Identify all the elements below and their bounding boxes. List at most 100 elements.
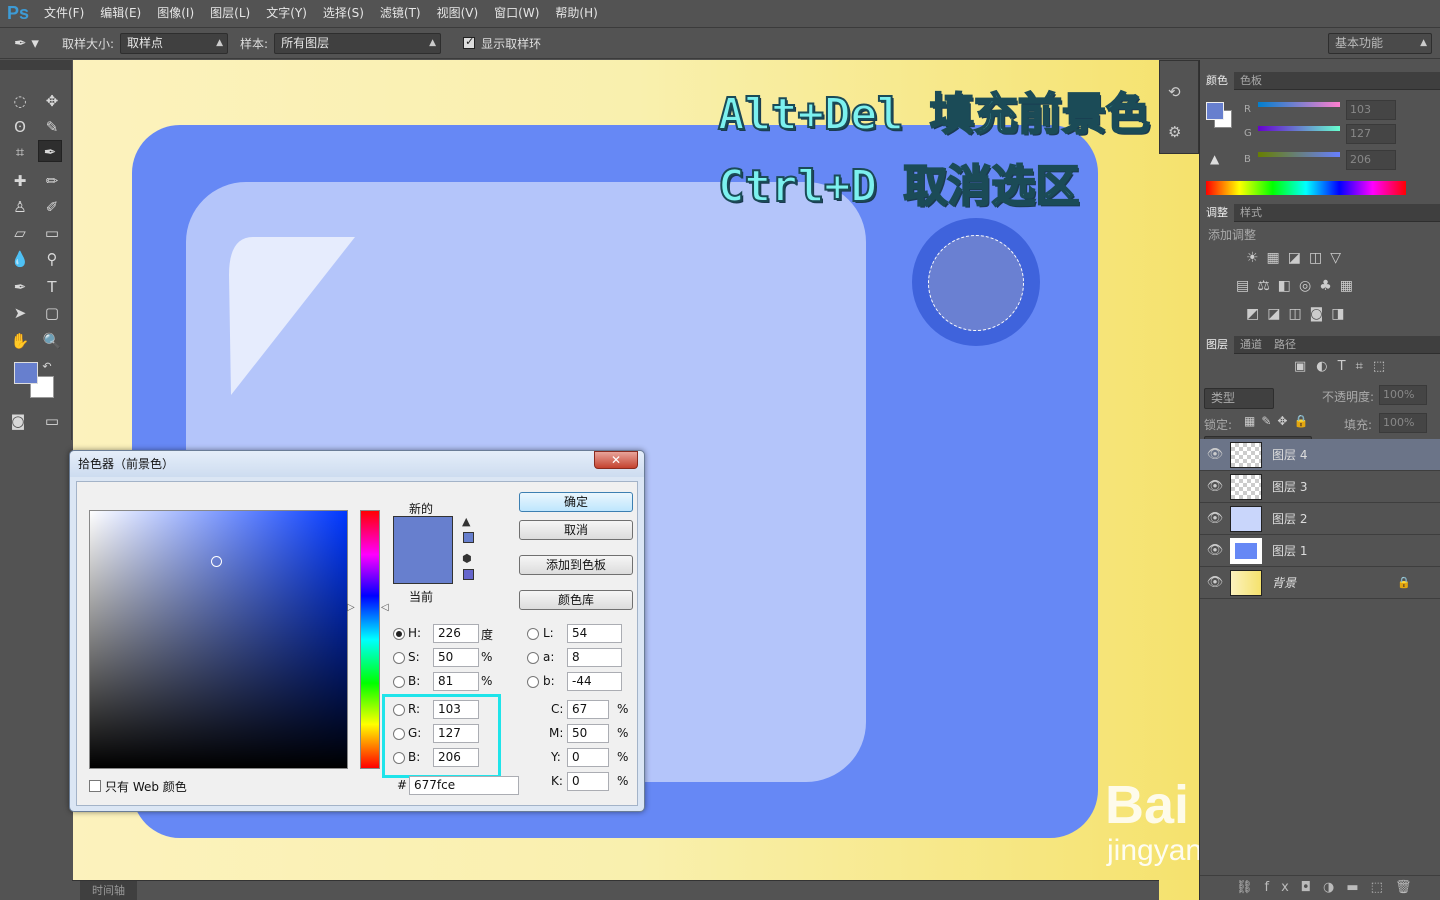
- lab-b-field[interactable]: -44: [567, 672, 622, 691]
- layer-row[interactable]: 👁 背景 🔒: [1200, 567, 1440, 599]
- layer-kind-filter[interactable]: 类型: [1204, 388, 1274, 409]
- current-color-swatch[interactable]: [393, 550, 453, 584]
- eyedropper-tool-icon[interactable]: ✒: [38, 140, 62, 162]
- web-only-checkbox[interactable]: [89, 780, 101, 792]
- color-field[interactable]: [89, 510, 348, 769]
- h-field[interactable]: 226: [433, 624, 479, 643]
- tab-paths[interactable]: 路径: [1268, 336, 1302, 354]
- s-radio[interactable]: [393, 652, 405, 664]
- foreground-color-swatch[interactable]: [14, 362, 38, 384]
- menu-help[interactable]: 帮助(H): [547, 0, 605, 26]
- tab-timeline[interactable]: 时间轴: [80, 881, 137, 900]
- path-select-tool-icon[interactable]: ➤: [8, 302, 32, 324]
- color-field-cursor[interactable]: [211, 556, 222, 567]
- fill-field[interactable]: 100%: [1379, 413, 1427, 433]
- screen-mode-icon[interactable]: ▭: [40, 410, 64, 432]
- s-field[interactable]: 50: [433, 648, 479, 667]
- tab-color[interactable]: 颜色: [1200, 71, 1234, 90]
- eraser-tool-icon[interactable]: ▱: [8, 222, 32, 244]
- swap-colors-icon[interactable]: ↶: [40, 356, 54, 378]
- r-slider[interactable]: [1258, 102, 1340, 107]
- hue-slider-left-arrow-icon[interactable]: ▷: [347, 602, 355, 613]
- hue-slider[interactable]: [360, 510, 380, 769]
- hex-field[interactable]: 677fce: [409, 776, 519, 795]
- type-tool-icon[interactable]: T: [40, 276, 64, 298]
- tab-channels[interactable]: 通道: [1234, 336, 1268, 354]
- tab-layers[interactable]: 图层: [1200, 335, 1234, 354]
- color-ramp[interactable]: [1206, 181, 1406, 195]
- brush-tool-icon[interactable]: ✏: [40, 170, 64, 192]
- workspace-select[interactable]: 基本功能 ▲: [1328, 32, 1432, 54]
- menu-filter[interactable]: 滤镜(T): [372, 0, 429, 26]
- layer-row[interactable]: 👁 图层 2: [1200, 503, 1440, 535]
- pen-tool-icon[interactable]: ✒: [8, 276, 32, 298]
- r-radio[interactable]: [393, 704, 405, 716]
- marquee-tool-icon[interactable]: ◌: [8, 90, 32, 112]
- menu-file[interactable]: 文件(F): [36, 0, 92, 26]
- shape-tool-icon[interactable]: ▢: [40, 302, 64, 324]
- k-field[interactable]: 0: [567, 772, 609, 791]
- dodge-tool-icon[interactable]: ⚲: [40, 248, 64, 270]
- clone-stamp-tool-icon[interactable]: ♙: [8, 196, 32, 218]
- m-field[interactable]: 50: [567, 724, 609, 743]
- menu-type[interactable]: 文字(Y): [258, 0, 315, 26]
- visibility-eye-icon[interactable]: 👁: [1200, 479, 1230, 494]
- brightness-radio[interactable]: [393, 676, 405, 688]
- layer-row[interactable]: 👁 图层 1: [1200, 535, 1440, 567]
- eyedropper-tool-preset-icon[interactable]: ✒ ▾: [14, 34, 54, 52]
- layers-footer-icons[interactable]: ⛓fx◘◑▬⬚🗑: [1200, 875, 1440, 900]
- b-radio[interactable]: [393, 752, 405, 764]
- menu-window[interactable]: 窗口(W): [486, 0, 547, 26]
- out-of-gamut-warning-icon[interactable]: ▲: [462, 515, 470, 528]
- menu-view[interactable]: 视图(V): [429, 0, 487, 26]
- lasso-tool-icon[interactable]: ʘ: [8, 116, 32, 138]
- tab-styles[interactable]: 样式: [1234, 204, 1268, 222]
- adjustment-icons-row2[interactable]: ▤⚖◧◎♣▦: [1236, 278, 1361, 294]
- menu-select[interactable]: 选择(S): [315, 0, 372, 26]
- hue-slider-right-arrow-icon[interactable]: ◁: [381, 602, 389, 613]
- ok-button[interactable]: 确定: [519, 492, 633, 512]
- history-panel-icon[interactable]: ⟲: [1168, 83, 1181, 101]
- visibility-eye-icon[interactable]: 👁: [1200, 575, 1230, 590]
- a-radio[interactable]: [527, 652, 539, 664]
- quick-select-tool-icon[interactable]: ✎: [40, 116, 64, 138]
- b-field[interactable]: 206: [433, 748, 479, 767]
- g-value-field[interactable]: 127: [1346, 124, 1396, 144]
- g-field[interactable]: 127: [433, 724, 479, 743]
- color-libraries-button[interactable]: 颜色库: [519, 590, 633, 610]
- r-value-field[interactable]: 103: [1346, 100, 1396, 120]
- visibility-eye-icon[interactable]: 👁: [1200, 447, 1230, 462]
- healing-brush-tool-icon[interactable]: ✚: [8, 170, 32, 192]
- gradient-tool-icon[interactable]: ▭: [40, 222, 64, 244]
- layer-row[interactable]: 👁 图层 4: [1200, 439, 1440, 471]
- c-field[interactable]: 67: [567, 700, 609, 719]
- visibility-eye-icon[interactable]: 👁: [1200, 543, 1230, 558]
- hand-tool-icon[interactable]: ✋: [8, 330, 32, 352]
- lock-icons[interactable]: ▦✎✥🔒: [1244, 414, 1314, 428]
- l-field[interactable]: 54: [567, 624, 622, 643]
- opacity-field[interactable]: 100%: [1379, 385, 1427, 405]
- show-ring-checkbox[interactable]: ✓: [463, 35, 476, 49]
- sample-size-select[interactable]: 取样点 ▲: [120, 32, 229, 54]
- b-slider[interactable]: [1258, 152, 1340, 157]
- blur-tool-icon[interactable]: 💧: [8, 248, 32, 270]
- b-value-field[interactable]: 206: [1346, 150, 1396, 170]
- g-slider[interactable]: [1258, 126, 1340, 131]
- y-field[interactable]: 0: [567, 748, 609, 767]
- a-field[interactable]: 8: [567, 648, 622, 667]
- adjustment-icons-row1[interactable]: ☀▦◪◫▽: [1246, 250, 1349, 266]
- visibility-eye-icon[interactable]: 👁: [1200, 511, 1230, 526]
- add-to-swatches-button[interactable]: 添加到色板: [519, 555, 633, 575]
- menu-edit[interactable]: 编辑(E): [92, 0, 149, 26]
- cancel-button[interactable]: 取消: [519, 520, 633, 540]
- web-safe-swatch[interactable]: [463, 569, 474, 580]
- properties-panel-icon[interactable]: ⚙: [1168, 123, 1181, 141]
- gamut-swatch[interactable]: [463, 532, 474, 543]
- g-radio[interactable]: [393, 728, 405, 740]
- menu-layer[interactable]: 图层(L): [202, 0, 258, 26]
- history-brush-tool-icon[interactable]: ✐: [40, 196, 64, 218]
- web-safe-cube-icon[interactable]: ⬢: [462, 552, 472, 565]
- brightness-field[interactable]: 81: [433, 672, 479, 691]
- lab-b-radio[interactable]: [527, 676, 539, 688]
- move-tool-icon[interactable]: ✥: [40, 90, 64, 112]
